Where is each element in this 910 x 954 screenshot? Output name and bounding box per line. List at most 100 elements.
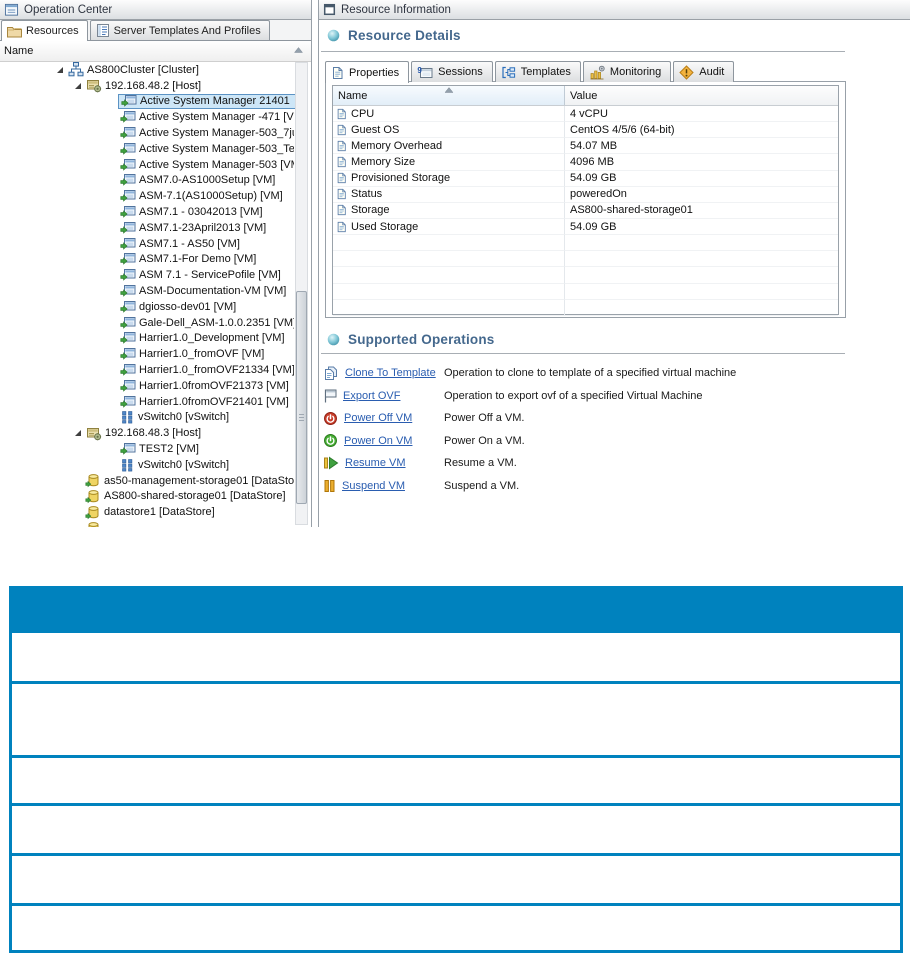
- tree-item[interactable]: AS800Cluster [Cluster]: [0, 62, 296, 78]
- property-name-cell: [333, 284, 565, 300]
- tab-label: Properties: [349, 67, 399, 79]
- tree-item[interactable]: Active System Manager-503_7jun13: [0, 125, 296, 141]
- tree-item[interactable]: [0, 520, 296, 527]
- tree-item[interactable]: TEST2 [VM]: [0, 441, 296, 457]
- host-icon: [86, 426, 102, 441]
- bottom-table-row[interactable]: [12, 853, 900, 903]
- tree-item[interactable]: Harrier1.0fromOVF21373 [VM]: [0, 378, 296, 394]
- property-name: Provisioned Storage: [351, 172, 450, 184]
- property-value-cell: [565, 251, 838, 267]
- tree-item[interactable]: AS800-shared-storage01 [DataStore]: [0, 489, 296, 505]
- resume-vm-link[interactable]: Resume VM: [345, 457, 406, 469]
- tree-item-label: TEST2 [VM]: [139, 443, 199, 455]
- tree-item[interactable]: datastore1 [DataStore]: [0, 504, 296, 520]
- property-value: poweredOn: [570, 188, 627, 200]
- tab-templates[interactable]: Templates: [495, 61, 581, 82]
- tree-item[interactable]: Gale-Dell_ASM-1.0.0.2351 [VM]: [0, 315, 296, 331]
- tree-item-content: Active System Manager -471 [VM]: [118, 110, 296, 125]
- power-off-vm-link[interactable]: Power Off VM: [344, 412, 412, 424]
- property-value-cell: CentOS 4/5/6 (64-bit): [565, 122, 838, 138]
- export-ovf-link[interactable]: Export OVF: [343, 390, 400, 402]
- tree-column-header-name[interactable]: Name: [0, 41, 311, 62]
- tree-item[interactable]: Harrier1.0_fromOVF21334 [VM]: [0, 362, 296, 378]
- tree-item[interactable]: Active System Manager -471 [VM]: [0, 109, 296, 125]
- tab-properties[interactable]: Properties: [325, 61, 409, 83]
- tree-scrollbar[interactable]: [295, 62, 308, 525]
- property-name-cell: [333, 267, 565, 283]
- operation-center-icon: [4, 3, 19, 17]
- tree-item[interactable]: Harrier1.0_Development [VM]: [0, 331, 296, 347]
- column-header-name[interactable]: Name: [333, 86, 565, 105]
- power-on-icon: [323, 433, 338, 448]
- expand-arrow-icon[interactable]: [74, 82, 82, 90]
- tree-item-label: Harrier1.0_Development [VM]: [139, 332, 285, 344]
- tree-item[interactable]: as50-management-storage01 [DataStore]: [0, 473, 296, 489]
- tree-item[interactable]: ASM 7.1 - ServicePofile [VM]: [0, 267, 296, 283]
- scrollbar-grip: [299, 414, 304, 421]
- property-row[interactable]: Guest OSCentOS 4/5/6 (64-bit): [333, 122, 838, 138]
- tree-item[interactable]: Active System Manager-503_Testing: [0, 141, 296, 157]
- tree-item[interactable]: 192.168.48.3 [Host]: [0, 425, 296, 441]
- tree-item[interactable]: vSwitch0 [vSwitch]: [0, 410, 296, 426]
- property-name-cell: Provisioned Storage: [333, 171, 565, 187]
- tree-item[interactable]: ASM7.1 - AS50 [VM]: [0, 236, 296, 252]
- property-name: Status: [351, 188, 382, 200]
- tab-sessions[interactable]: 9Sessions: [411, 61, 493, 82]
- bottom-table-row[interactable]: [12, 803, 900, 853]
- tree-item[interactable]: Harrier1.0fromOVF21401 [VM]: [0, 394, 296, 410]
- resource-information-icon: [323, 3, 336, 16]
- property-row[interactable]: Memory Overhead54.07 MB: [333, 138, 838, 154]
- tree-item[interactable]: ASM7.1-For Demo [VM]: [0, 252, 296, 268]
- tree-item-label: as50-management-storage01 [DataStore]: [104, 475, 294, 487]
- property-value-cell: [565, 235, 838, 251]
- tab-monitoring[interactable]: Monitoring: [583, 61, 671, 82]
- cluster-icon: [68, 62, 84, 77]
- tab-resources[interactable]: Resources: [1, 20, 88, 41]
- property-row[interactable]: CPU4 vCPU: [333, 106, 838, 122]
- bottom-table-row[interactable]: [12, 903, 900, 950]
- bottom-table-row[interactable]: [12, 755, 900, 803]
- tree-item[interactable]: dgiosso-dev01 [VM]: [0, 299, 296, 315]
- tree-item[interactable]: ASM7.0-AS1000Setup [VM]: [0, 173, 296, 189]
- bottom-table-row[interactable]: [12, 681, 900, 755]
- tree-item[interactable]: vSwitch0 [vSwitch]: [0, 457, 296, 473]
- power-on-vm-link[interactable]: Power On VM: [344, 435, 412, 447]
- vm-icon: [120, 221, 136, 235]
- property-row[interactable]: Memory Size4096 MB: [333, 154, 838, 170]
- operation-description: Power Off a VM.: [444, 412, 525, 424]
- tree-item[interactable]: 192.168.48.2 [Host]: [0, 78, 296, 94]
- tree-item[interactable]: ASM7.1-23April2013 [VM]: [0, 220, 296, 236]
- property-row[interactable]: Provisioned Storage54.09 GB: [333, 171, 838, 187]
- tree-item[interactable]: Active System Manager-503 [VM]: [0, 157, 296, 173]
- tab-audit[interactable]: Audit: [673, 61, 734, 82]
- column-header-value[interactable]: Value: [565, 86, 838, 105]
- properties-table-header: Name Value: [333, 86, 838, 106]
- clone-to-template-link[interactable]: Clone To Template: [345, 367, 436, 379]
- tree-item[interactable]: ASM-Documentation-VM [VM]: [0, 283, 296, 299]
- vm-icon: [120, 205, 136, 219]
- expand-arrow-icon[interactable]: [74, 429, 82, 437]
- property-value: AS800-shared-storage01: [570, 204, 693, 216]
- expand-arrow-icon[interactable]: [56, 66, 64, 74]
- property-value: 4096 MB: [570, 156, 614, 168]
- tree-item-content: dgiosso-dev01 [VM]: [118, 299, 238, 314]
- scrollbar-thumb[interactable]: [296, 291, 307, 504]
- properties-table-rows: CPU4 vCPUGuest OSCentOS 4/5/6 (64-bit)Me…: [333, 106, 838, 316]
- tree-item[interactable]: ASM7.1 - 03042013 [VM]: [0, 204, 296, 220]
- datastore-icon: [85, 473, 101, 488]
- property-row[interactable]: Status poweredOn: [333, 187, 838, 203]
- tree-item[interactable]: Active System Manager 21401 [VM]: [0, 94, 296, 110]
- tree-item-label: Gale-Dell_ASM-1.0.0.2351 [VM]: [139, 317, 294, 329]
- tree-item[interactable]: Harrier1.0_fromOVF [VM]: [0, 346, 296, 362]
- bottom-table-row[interactable]: [12, 633, 900, 681]
- bottom-table-header: [12, 589, 900, 633]
- host-icon: [86, 78, 102, 93]
- tab-server-templates-and-profiles[interactable]: Server Templates And Profiles: [90, 20, 270, 40]
- tree-item-content: ASM7.1 - 03042013 [VM]: [118, 205, 265, 220]
- suspend-vm-link[interactable]: Suspend VM: [342, 480, 405, 492]
- property-row[interactable]: StorageAS800-shared-storage01: [333, 203, 838, 219]
- property-name-cell: [333, 251, 565, 267]
- tree-item[interactable]: ASM-7.1(AS1000Setup) [VM]: [0, 188, 296, 204]
- property-page-icon: [336, 108, 347, 120]
- property-row[interactable]: Used Storage54.09 GB: [333, 219, 838, 235]
